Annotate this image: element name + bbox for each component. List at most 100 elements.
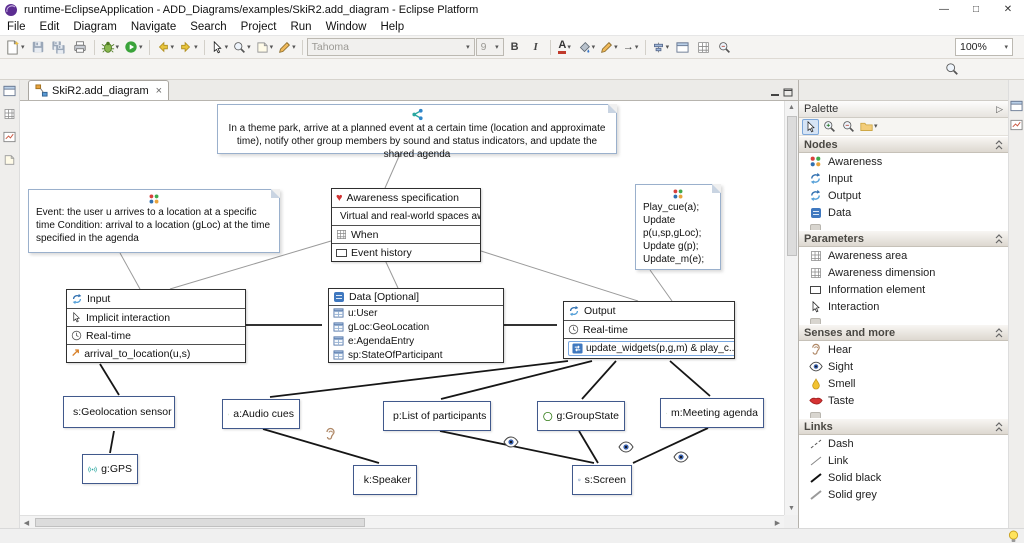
scroll-down-arrow[interactable]: ▼ [785,502,798,515]
drawer-senses[interactable]: Senses and more [799,324,1008,341]
palette-collapse-icon[interactable]: ▷ [996,104,1003,115]
right-note[interactable]: Play_cue(a); Update p(u,sp,gLoc); Update… [635,184,721,270]
menu-file[interactable]: File [0,21,33,33]
palette-item-sight[interactable]: Sight [799,358,1008,375]
node-screen[interactable]: s:Screen [572,465,632,495]
bold-button[interactable]: B [505,37,525,57]
palette-item-clipped[interactable] [799,409,1008,418]
menu-help[interactable]: Help [373,21,411,33]
output-title-row[interactable]: Output [564,302,734,320]
awareness-row-spaces[interactable]: Virtual and real-world spaces aw... [332,207,480,225]
zoom-fit-button[interactable] [714,37,734,57]
drawer-pin-icon[interactable] [995,328,1003,338]
hear-ear-icon[interactable] [323,427,337,446]
print-button[interactable] [70,37,90,57]
data-box[interactable]: Data [Optional] u:User gLoc:GeoLocation [328,288,504,363]
font-combo[interactable]: Tahoma ▾ [306,38,475,56]
minimized-view-icon[interactable] [1010,119,1023,131]
palette-item-dash[interactable]: Dash [799,435,1008,452]
data-row-user[interactable]: u:User [329,306,503,320]
line-color-button[interactable]: ▾ [598,37,620,57]
drawer-pin-icon[interactable] [995,140,1003,150]
scroll-left-arrow[interactable]: ◀ [20,516,33,529]
node-geolocation-sensor[interactable]: s:Geolocation sensor [63,396,175,428]
font-color-button[interactable]: A ▾ [555,37,575,57]
italic-button[interactable]: I [526,37,546,57]
drawer-nodes[interactable]: Nodes [799,136,1008,153]
palette-item-taste[interactable]: Taste [799,392,1008,409]
palette-folder-tool[interactable]: ▾ [859,119,879,135]
top-note[interactable]: In a theme park, arrive at a planned eve… [217,104,617,160]
tab-close-icon[interactable]: × [156,85,162,97]
minimized-outline-icon[interactable] [3,108,16,120]
data-row-agendaentry[interactable]: e:AgendaEntry [329,334,503,348]
minimized-properties-icon[interactable] [3,131,16,143]
menu-project[interactable]: Project [234,21,284,33]
menu-window[interactable]: Window [319,21,374,33]
output-row-update[interactable]: update_widgets(p,g,m) & play_c... [564,338,734,358]
palette-item-awareness-area[interactable]: Awareness area [799,247,1008,264]
run-button[interactable]: ▾ [122,37,145,57]
awareness-row-history[interactable]: Event history [332,243,480,261]
palette-item-link[interactable]: Link [799,452,1008,469]
palette-header[interactable]: Palette ▷ [799,101,1008,118]
palette-item-hear[interactable]: Hear [799,341,1008,358]
palette-item-awareness-dimension[interactable]: Awareness dimension [799,264,1008,281]
node-meeting-agenda[interactable]: m:Meeting agenda [660,398,764,428]
node-speaker[interactable]: k:Speaker [353,465,417,495]
palette-item-smell[interactable]: Smell [799,375,1008,392]
vertical-scroll-thumb[interactable] [787,116,797,256]
menu-search[interactable]: Search [183,21,233,33]
node-list-of-participants[interactable]: p:List of participants [383,401,491,431]
data-row-stateofparticipant[interactable]: sp:StateOfParticipant [329,348,503,362]
sight-eye-icon[interactable] [673,450,689,468]
back-button[interactable]: ▾ [154,37,177,57]
palette-zoom-out-tool[interactable] [840,119,857,135]
minimize-button[interactable]: — [928,0,960,19]
editor-tab[interactable]: SkiR2.add_diagram × [28,80,170,100]
left-note[interactable]: Event: the user u arrives to a location … [28,189,280,253]
awareness-spec-box[interactable]: ♥ Awareness specification Virtual and re… [331,188,481,262]
search-button[interactable] [942,59,962,79]
maximize-editor-icon[interactable] [783,87,793,97]
menu-run[interactable]: Run [283,21,318,33]
menu-edit[interactable]: Edit [33,21,67,33]
forward-button[interactable]: ▾ [177,37,200,57]
zoom-combo[interactable]: 100% ▾ [955,38,1013,56]
palette-item-input[interactable]: Input [799,170,1008,187]
new-wizard-button[interactable]: ▾ [3,37,27,57]
input-box[interactable]: Input Implicit interaction Real-time ↗ a… [66,289,246,363]
palette-item-clipped[interactable] [799,221,1008,230]
palette-item-interaction[interactable]: Interaction [799,298,1008,315]
align-button[interactable]: ▾ [650,37,672,57]
input-row-arrival[interactable]: ↗ arrival_to_location(u,s) [67,344,245,362]
input-row-implicit[interactable]: Implicit interaction [67,308,245,326]
scroll-up-arrow[interactable]: ▲ [785,101,798,114]
note-tool-button[interactable]: ▾ [254,37,276,57]
close-button[interactable]: ✕ [992,0,1024,19]
diagram-canvas[interactable]: In a theme park, arrive at a planned eve… [20,101,784,515]
sight-eye-icon[interactable] [503,435,519,453]
palette-item-awareness[interactable]: Awareness [799,153,1008,170]
restore-editor-icon[interactable] [3,85,16,97]
scroll-right-arrow[interactable]: ▶ [771,516,784,529]
palette-item-data[interactable]: Data [799,204,1008,221]
minimized-tasks-icon[interactable] [3,154,16,166]
input-row-realtime[interactable]: Real-time [67,326,245,344]
palette-item-solid-black[interactable]: Solid black [799,469,1008,486]
arrow-style-button[interactable]: → ▾ [621,37,641,57]
select-tool-button[interactable]: ▾ [209,37,231,57]
palette-zoom-in-tool[interactable] [821,119,838,135]
node-audio-cues[interactable]: a:Audio cues [222,399,300,429]
palette-item-output[interactable]: Output [799,187,1008,204]
fill-color-button[interactable]: ▾ [576,37,598,57]
maximize-button[interactable]: □ [960,0,992,19]
palette-select-tool[interactable] [802,118,819,135]
font-size-combo[interactable]: 9 ▾ [475,38,504,56]
horizontal-scroll-thumb[interactable] [35,518,365,527]
sight-eye-icon[interactable] [618,440,634,458]
zoom-tool-button[interactable]: ▾ [231,37,253,57]
menu-diagram[interactable]: Diagram [66,21,123,33]
drawer-pin-icon[interactable] [995,422,1003,432]
drawer-links[interactable]: Links [799,418,1008,435]
